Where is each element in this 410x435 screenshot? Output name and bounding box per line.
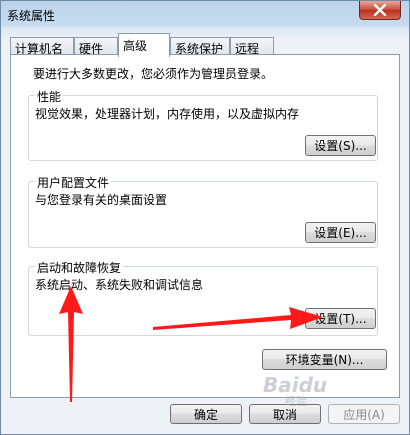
tab-remote[interactable]: 远程 <box>230 37 274 56</box>
tab-label: 高级 <box>123 39 148 53</box>
user-profiles-description: 与您登录有关的桌面设置 <box>35 193 168 207</box>
close-button[interactable] <box>359 1 401 20</box>
performance-title: 性能 <box>35 88 64 105</box>
system-properties-window: 系统属性 计算机名 硬件 高级 系统保护 远程 要进行大多数更改，您必须作为管理… <box>0 0 410 435</box>
performance-description: 视觉效果，处理器计划，内存使用，以及虚拟内存 <box>35 107 300 121</box>
tab-system-protection[interactable]: 系统保护 <box>170 37 230 56</box>
baidu-watermark: Baidu 经验 <box>263 373 327 409</box>
ok-button[interactable]: 确定 <box>170 404 242 424</box>
tab-hardware[interactable]: 硬件 <box>74 37 118 56</box>
close-icon <box>373 4 387 16</box>
annotation-arrow-right-icon <box>153 307 323 330</box>
admin-notice: 要进行大多数更改，您必须作为管理员登录。 <box>33 67 274 81</box>
performance-group: 性能 视觉效果，处理器计划，内存使用，以及虚拟内存 设置(S)... <box>28 88 378 161</box>
user-profiles-settings-button[interactable]: 设置(E)... <box>305 222 376 243</box>
performance-settings-button[interactable]: 设置(S)... <box>305 135 376 156</box>
environment-variables-button[interactable]: 环境变量(N)... <box>262 349 387 370</box>
window-title: 系统属性 <box>7 9 56 23</box>
tab-advanced[interactable]: 高级 <box>118 33 170 57</box>
tab-computer-name[interactable]: 计算机名 <box>10 37 74 56</box>
annotation-arrow-up-icon <box>59 286 83 402</box>
title-bar[interactable]: 系统属性 <box>1 1 409 27</box>
startup-recovery-title: 启动和故障恢复 <box>35 259 124 276</box>
user-profiles-group: 用户配置文件 与您登录有关的桌面设置 设置(E)... <box>28 174 378 248</box>
user-profiles-title: 用户配置文件 <box>35 174 112 191</box>
apply-button[interactable]: 应用(A) <box>328 404 400 424</box>
